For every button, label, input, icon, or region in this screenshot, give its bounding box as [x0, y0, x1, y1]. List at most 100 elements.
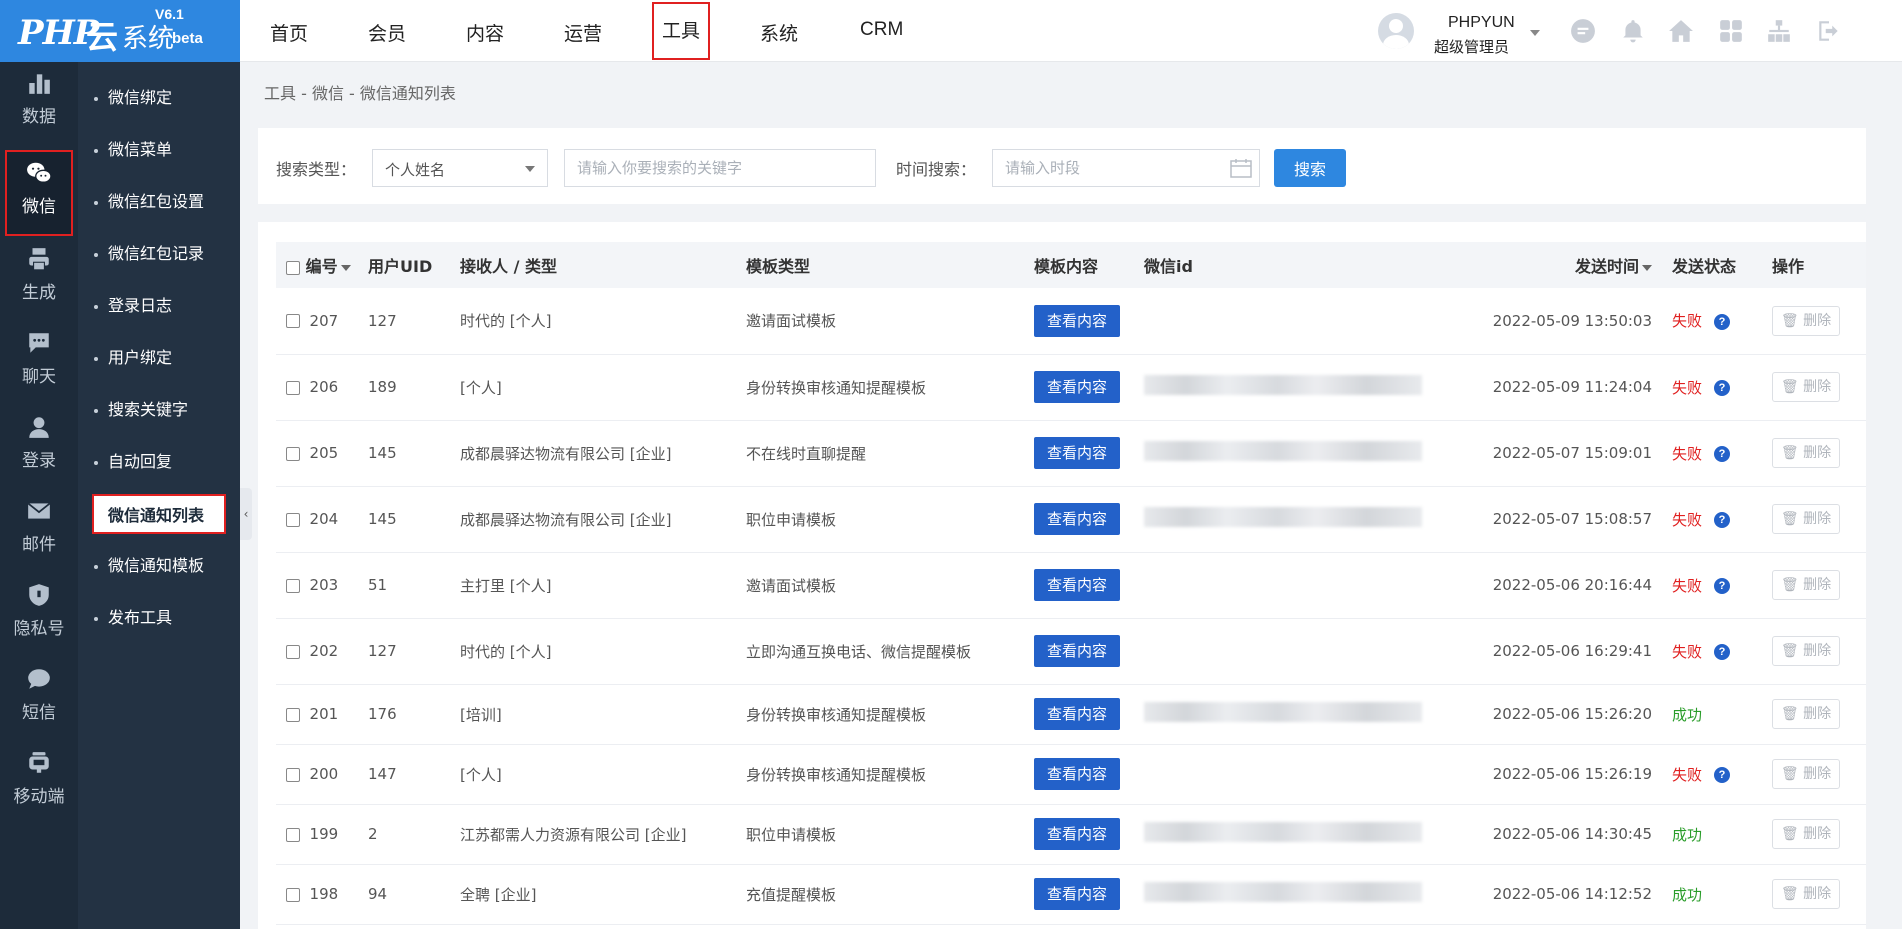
- submenu-item-search-keywords[interactable]: 搜索关键字: [92, 390, 232, 430]
- search-type-label: 搜索类型：: [276, 160, 357, 179]
- delete-button[interactable]: 🗑 删除: [1772, 636, 1840, 666]
- row-checkbox[interactable]: [286, 512, 300, 527]
- collapse-sidebar-icon[interactable]: ‹: [240, 488, 252, 540]
- sort-icon[interactable]: [1642, 264, 1652, 271]
- view-content-button[interactable]: 查看内容: [1034, 569, 1120, 601]
- top-nav-crm[interactable]: CRM: [860, 19, 903, 41]
- table-body: 207 127 时代的 [个人] 邀请面试模板 查看内容 2022-05-09 13:50…: [276, 288, 1866, 925]
- sidebar-item-login[interactable]: 登录: [0, 406, 78, 490]
- chat-icon[interactable]: [1570, 18, 1596, 44]
- delete-button[interactable]: 🗑 删除: [1772, 570, 1840, 600]
- logo-beta: beta: [172, 30, 203, 47]
- time-range-input[interactable]: [992, 149, 1260, 187]
- delete-button[interactable]: 🗑 删除: [1772, 759, 1840, 789]
- delete-button[interactable]: 🗑 删除: [1772, 438, 1840, 468]
- submenu-item-publish-tools[interactable]: 发布工具: [92, 598, 232, 638]
- top-nav-member[interactable]: 会员: [368, 19, 406, 46]
- sidebar-item-sms[interactable]: 短信: [0, 658, 78, 742]
- row-id: 201: [309, 705, 339, 723]
- row-checkbox[interactable]: [286, 767, 300, 782]
- submenu-item-notify-list[interactable]: 微信通知列表: [92, 494, 226, 534]
- view-content-button[interactable]: 查看内容: [1034, 371, 1120, 403]
- sidebar-item-wechat[interactable]: 微信: [5, 150, 73, 236]
- row-checkbox[interactable]: [286, 827, 300, 842]
- search-type-select[interactable]: 个人姓名: [372, 149, 548, 187]
- delete-button[interactable]: 🗑 删除: [1772, 372, 1840, 402]
- sitemap-icon[interactable]: [1766, 18, 1792, 44]
- view-content-button[interactable]: 查看内容: [1034, 878, 1120, 910]
- user-name[interactable]: PHPYUN: [1448, 14, 1515, 32]
- row-checkbox[interactable]: [286, 707, 300, 722]
- view-content-button[interactable]: 查看内容: [1034, 698, 1120, 730]
- row-checkbox[interactable]: [286, 314, 300, 329]
- grid-icon[interactable]: [1718, 18, 1744, 44]
- top-nav-tools[interactable]: 工具: [652, 2, 711, 60]
- submenu-item-auto-reply[interactable]: 自动回复: [92, 442, 232, 482]
- view-content-button[interactable]: 查看内容: [1034, 758, 1120, 790]
- row-uid: 127: [358, 618, 450, 685]
- home-icon[interactable]: [1668, 18, 1694, 44]
- col-send-time-header[interactable]: 发送时间: [1575, 257, 1639, 276]
- select-all-checkbox[interactable]: [286, 260, 300, 275]
- row-checkbox[interactable]: [286, 887, 300, 902]
- mobile-icon: [29, 752, 49, 773]
- bullet-dot: [94, 460, 98, 465]
- col-action-header: 操作: [1762, 242, 1866, 288]
- sidebar-item-privacy[interactable]: 隐私号: [0, 574, 78, 658]
- question-icon[interactable]: ?: [1714, 313, 1731, 330]
- top-nav-system[interactable]: 系统: [760, 19, 798, 46]
- keyword-input[interactable]: [564, 149, 876, 187]
- calendar-icon[interactable]: [1230, 158, 1252, 178]
- row-checkbox[interactable]: [286, 644, 300, 659]
- submenu-label: 微信菜单: [108, 140, 173, 159]
- submenu-item-wechat-bind[interactable]: 微信绑定: [92, 78, 232, 118]
- submenu-item-notify-template[interactable]: 微信通知模板: [92, 546, 232, 586]
- avatar[interactable]: [1378, 13, 1414, 49]
- delete-button[interactable]: 🗑 删除: [1772, 504, 1840, 534]
- col-id-header[interactable]: 编号: [306, 257, 338, 276]
- sidebar-item-generate[interactable]: 生成: [0, 238, 78, 322]
- sidebar-item-chat[interactable]: 聊天: [0, 322, 78, 406]
- question-icon[interactable]: ?: [1714, 446, 1731, 462]
- question-icon[interactable]: ?: [1714, 512, 1731, 528]
- submenu-item-user-bind[interactable]: 用户绑定: [92, 338, 232, 378]
- submenu-item-redpacket-settings[interactable]: 微信红包设置: [92, 182, 232, 222]
- top-nav-home[interactable]: 首页: [270, 19, 308, 46]
- wxid-blurred: [1144, 441, 1422, 461]
- question-icon[interactable]: ?: [1714, 380, 1731, 396]
- submenu-item-wechat-menu[interactable]: 微信菜单: [92, 130, 232, 170]
- sidebar-item-mobile[interactable]: 移动端: [0, 742, 78, 826]
- delete-button[interactable]: 🗑 删除: [1772, 819, 1840, 849]
- sidebar-item-data[interactable]: 数据: [0, 62, 78, 146]
- top-nav-content[interactable]: 内容: [466, 19, 504, 46]
- notify-table-panel: 编号 用户UID 接收人 / 类型 模板类型 模板内容 微信id 发送时间 发送…: [258, 222, 1866, 929]
- logo[interactable]: PHP 云 系统 V6.1 beta: [0, 0, 240, 62]
- submenu-item-login-log[interactable]: 登录日志: [92, 286, 232, 326]
- top-nav-operation[interactable]: 运营: [564, 19, 602, 46]
- row-checkbox[interactable]: [286, 380, 300, 395]
- logout-icon[interactable]: [1816, 18, 1842, 44]
- view-content-button[interactable]: 查看内容: [1034, 437, 1120, 469]
- sidebar-item-mail[interactable]: 邮件: [0, 490, 78, 574]
- row-uid: 145: [358, 486, 450, 553]
- bell-icon[interactable]: [1620, 18, 1646, 44]
- view-content-button[interactable]: 查看内容: [1034, 635, 1120, 667]
- row-checkbox[interactable]: [286, 578, 300, 593]
- search-button[interactable]: 搜索: [1274, 149, 1346, 187]
- delete-button[interactable]: 🗑 删除: [1772, 305, 1840, 336]
- view-content-button[interactable]: 查看内容: [1034, 304, 1120, 337]
- user-dropdown-icon[interactable]: [1530, 30, 1540, 36]
- view-content-button[interactable]: 查看内容: [1034, 503, 1120, 535]
- question-icon[interactable]: ?: [1714, 578, 1731, 594]
- question-icon[interactable]: ?: [1714, 644, 1731, 660]
- submenu-item-redpacket-records[interactable]: 微信红包记录: [92, 234, 232, 274]
- delete-button[interactable]: 🗑 删除: [1772, 879, 1840, 909]
- delete-button[interactable]: 🗑 删除: [1772, 699, 1840, 729]
- row-status: 成功: [1672, 825, 1703, 844]
- view-content-button[interactable]: 查看内容: [1034, 818, 1120, 850]
- sidebar-item-label: 移动端: [13, 787, 65, 807]
- col-status-header: 发送状态: [1662, 242, 1762, 288]
- row-checkbox[interactable]: [286, 446, 300, 461]
- question-icon[interactable]: ?: [1714, 767, 1731, 783]
- sort-icon[interactable]: [340, 264, 351, 271]
